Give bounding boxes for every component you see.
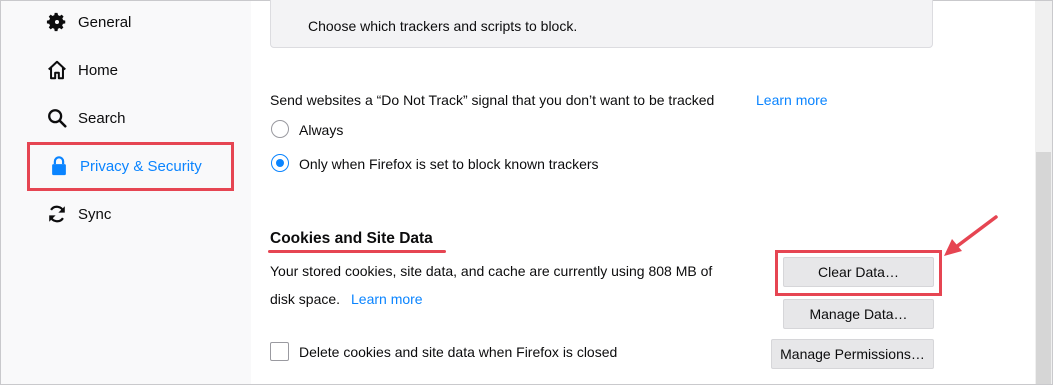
do-not-track-learn-more-link[interactable]: Learn more bbox=[756, 92, 828, 108]
radio-only-when-blocking[interactable] bbox=[271, 154, 289, 172]
cookies-learn-more-link[interactable]: Learn more bbox=[351, 291, 423, 307]
radio-only-when-blocking-label: Only when Firefox is set to block known … bbox=[299, 156, 599, 172]
radio-always-label: Always bbox=[299, 122, 344, 138]
cookies-usage-text: Your stored cookies, site data, and cach… bbox=[270, 263, 713, 279]
delete-on-close-checkbox[interactable] bbox=[270, 342, 289, 361]
sidebar-item-label: Sync bbox=[78, 205, 112, 223]
cookies-usage-text-line2: disk space. bbox=[270, 291, 341, 307]
sidebar-item-label: General bbox=[78, 13, 132, 31]
sidebar-item-sync[interactable]: Sync bbox=[46, 199, 111, 229]
do-not-track-label: Send websites a “Do Not Track” signal th… bbox=[270, 92, 715, 108]
cookies-section-title: Cookies and Site Data bbox=[270, 230, 433, 247]
sidebar-item-search[interactable]: Search bbox=[46, 103, 126, 133]
search-icon bbox=[46, 107, 68, 129]
annotation-arrow bbox=[944, 215, 998, 256]
sidebar bbox=[1, 1, 251, 384]
sidebar-item-home[interactable]: Home bbox=[46, 55, 118, 85]
home-icon bbox=[46, 59, 68, 81]
radio-always[interactable] bbox=[271, 120, 289, 138]
sync-icon bbox=[46, 203, 68, 225]
sidebar-item-general[interactable]: General bbox=[46, 7, 131, 37]
manage-data-button[interactable]: Manage Data… bbox=[783, 299, 934, 329]
highlight-box-privacy bbox=[27, 142, 234, 191]
sidebar-item-label: Search bbox=[78, 109, 126, 127]
annotation-underline bbox=[268, 250, 446, 253]
sidebar-item-label: Home bbox=[78, 61, 119, 79]
delete-on-close-label: Delete cookies and site data when Firefo… bbox=[299, 344, 618, 360]
manage-permissions-button[interactable]: Manage Permissions… bbox=[771, 339, 934, 369]
trackers-description: Choose which trackers and scripts to blo… bbox=[308, 18, 578, 34]
scrollbar-thumb[interactable] bbox=[1036, 152, 1051, 384]
highlight-box-clear-data bbox=[775, 250, 942, 296]
gear-icon bbox=[46, 11, 68, 33]
